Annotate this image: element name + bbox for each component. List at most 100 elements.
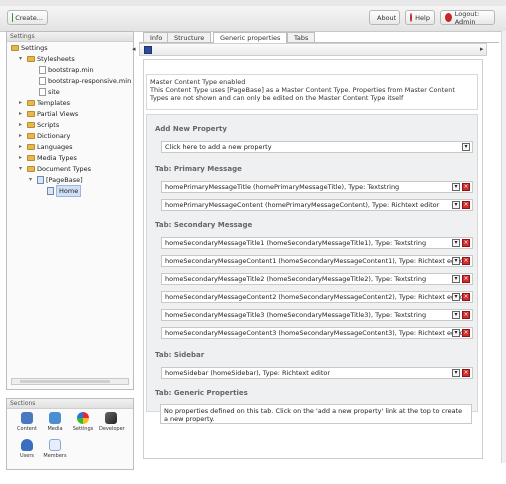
tree-label: Stylesheets bbox=[37, 55, 75, 63]
chevron-right-icon[interactable]: ▸ bbox=[19, 142, 25, 152]
tree-item-stylesheets[interactable]: ▾ Stylesheets bbox=[19, 54, 75, 64]
save-icon[interactable] bbox=[144, 46, 152, 54]
property-row[interactable]: homeSecondaryMessageContent3 (homeSecond… bbox=[161, 327, 473, 339]
tree-item-media-types[interactable]: ▸ Media Types bbox=[19, 153, 77, 163]
stylesheet-icon bbox=[39, 77, 46, 85]
scrollbar-thumb[interactable] bbox=[20, 380, 110, 383]
create-button[interactable]: Create... bbox=[7, 10, 48, 25]
settings-icon bbox=[77, 412, 89, 424]
tree-item-partial-views[interactable]: ▸ Partial Views bbox=[19, 109, 78, 119]
chevron-down-icon[interactable]: ▾ bbox=[19, 164, 25, 174]
scroll-left-arrow-icon[interactable]: ◂ bbox=[132, 45, 136, 53]
folder-icon bbox=[27, 144, 35, 150]
row-controls: ▾ × bbox=[452, 293, 470, 301]
tab-info[interactable]: Info bbox=[143, 32, 170, 42]
chevron-down-icon[interactable]: ▾ bbox=[452, 329, 460, 337]
tree-item-home[interactable]: Home bbox=[47, 185, 82, 197]
delete-icon[interactable]: × bbox=[462, 293, 470, 301]
chevron-down-icon[interactable]: ▾ bbox=[452, 293, 460, 301]
delete-icon[interactable]: × bbox=[462, 239, 470, 247]
chevron-down-icon[interactable]: ▾ bbox=[452, 257, 460, 265]
about-button[interactable]: About bbox=[369, 10, 400, 25]
property-row[interactable]: homeSecondaryMessageContent1 (homeSecond… bbox=[161, 255, 473, 267]
property-row[interactable]: homePrimaryMessageContent (homePrimaryMe… bbox=[161, 199, 473, 211]
chevron-right-icon[interactable]: ▸ bbox=[19, 153, 25, 163]
developer-icon bbox=[105, 412, 117, 424]
chevron-down-icon[interactable]: ▾ bbox=[452, 201, 460, 209]
tree-item-bootstrap-min[interactable]: bootstrap.min bbox=[39, 65, 94, 75]
tree-item-document-types[interactable]: ▾ Document Types bbox=[19, 164, 91, 174]
chevron-down-icon[interactable]: ▾ bbox=[452, 369, 460, 377]
tree-item-languages[interactable]: ▸ Languages bbox=[19, 142, 72, 152]
logout-button[interactable]: Logout: Admin bbox=[440, 10, 495, 26]
tree-item-site[interactable]: site bbox=[39, 87, 60, 97]
chevron-down-icon[interactable]: ▾ bbox=[452, 275, 460, 283]
tab-generic-properties[interactable]: Generic properties bbox=[213, 32, 288, 43]
content-icon bbox=[21, 412, 33, 424]
chevron-right-icon[interactable]: ▸ bbox=[19, 109, 25, 119]
tab-tabs[interactable]: Tabs bbox=[287, 32, 316, 42]
section-members[interactable]: Members bbox=[43, 439, 67, 459]
property-text: homeSecondaryMessageContent1 (homeSecond… bbox=[165, 257, 467, 265]
property-row[interactable]: homeSecondaryMessageContent2 (homeSecond… bbox=[161, 291, 473, 303]
delete-icon[interactable]: × bbox=[462, 311, 470, 319]
delete-icon[interactable]: × bbox=[462, 183, 470, 191]
tab-structure[interactable]: Structure bbox=[167, 32, 212, 42]
chevron-down-icon[interactable]: ▾ bbox=[452, 239, 460, 247]
tree-label: Languages bbox=[37, 143, 73, 151]
tree-item-settings[interactable]: Settings bbox=[11, 43, 48, 53]
tab-primary-heading: Tab: Primary Message bbox=[155, 165, 242, 173]
tree-item-scripts[interactable]: ▸ Scripts bbox=[19, 120, 59, 130]
section-developer[interactable]: Developer bbox=[99, 412, 125, 432]
scroll-right-arrow-icon[interactable]: ▸ bbox=[480, 45, 484, 53]
chevron-down-icon[interactable]: ▾ bbox=[19, 54, 25, 64]
page-vertical-scrollbar[interactable] bbox=[501, 31, 506, 463]
properties-content: Master Content Type enabled This Content… bbox=[143, 59, 483, 459]
chevron-right-icon[interactable]: ▸ bbox=[19, 98, 25, 108]
tab-label: Generic properties bbox=[220, 34, 281, 42]
tree-label: Scripts bbox=[37, 121, 60, 129]
property-row[interactable]: homeSecondaryMessageTitle3 (homeSecondar… bbox=[161, 309, 473, 321]
settings-tree: Settings ▾ Stylesheets bootstrap.min boo… bbox=[9, 42, 131, 379]
settings-panel: Settings Settings ▾ Stylesheets bootstra… bbox=[6, 31, 134, 390]
delete-icon[interactable]: × bbox=[462, 275, 470, 283]
property-row[interactable]: homeSecondaryMessageTitle2 (homeSecondar… bbox=[161, 273, 473, 285]
tree-item-templates[interactable]: ▸ Templates bbox=[19, 98, 70, 108]
property-text: homeSecondaryMessageContent3 (homeSecond… bbox=[165, 329, 467, 337]
chevron-down-icon[interactable]: ▾ bbox=[452, 311, 460, 319]
property-row[interactable]: homeSecondaryMessageTitle1 (homeSecondar… bbox=[161, 237, 473, 249]
chevron-down-icon[interactable]: ▾ bbox=[452, 183, 460, 191]
chevron-right-icon[interactable]: ▸ bbox=[19, 131, 25, 141]
section-users[interactable]: Users bbox=[15, 439, 39, 459]
tree-item-dictionary[interactable]: ▸ Dictionary bbox=[19, 131, 70, 141]
tree-label: bootstrap-responsive.min bbox=[48, 77, 131, 85]
property-row[interactable]: homePrimaryMessageTitle (homePrimaryMess… bbox=[161, 181, 473, 193]
document-type-icon bbox=[47, 187, 54, 195]
section-label: Members bbox=[43, 453, 67, 459]
tab-label: Structure bbox=[174, 34, 205, 42]
tree-item-pagebase[interactable]: ▾ [PageBase] bbox=[29, 175, 83, 185]
generic-properties-note: No properties defined on this tab. Click… bbox=[160, 404, 472, 424]
section-content[interactable]: Content bbox=[15, 412, 39, 432]
folder-icon bbox=[27, 155, 35, 161]
document-type-icon bbox=[37, 176, 44, 184]
help-button[interactable]: Help bbox=[405, 10, 435, 25]
delete-icon[interactable]: × bbox=[462, 329, 470, 337]
section-settings[interactable]: Settings bbox=[71, 412, 95, 432]
chevron-down-icon[interactable]: ▾ bbox=[462, 143, 470, 151]
tree-item-bootstrap-responsive[interactable]: bootstrap-responsive.min bbox=[39, 76, 131, 86]
property-row[interactable]: homeSidebar (homeSidebar), Type: Richtex… bbox=[161, 367, 473, 379]
folder-icon bbox=[27, 111, 35, 117]
delete-icon[interactable]: × bbox=[462, 201, 470, 209]
chevron-down-icon[interactable]: ▾ bbox=[29, 175, 35, 185]
delete-icon[interactable]: × bbox=[462, 369, 470, 377]
delete-icon[interactable]: × bbox=[462, 257, 470, 265]
property-text: homePrimaryMessageContent (homePrimaryMe… bbox=[165, 201, 440, 209]
editor-toolbar: ◂ ▸ bbox=[132, 43, 487, 56]
tree-horizontal-scrollbar[interactable] bbox=[11, 378, 129, 385]
add-property-select[interactable]: Click here to add a new property ▾ bbox=[161, 141, 473, 153]
tree-label: [PageBase] bbox=[46, 176, 83, 184]
chevron-right-icon[interactable]: ▸ bbox=[19, 120, 25, 130]
row-controls: ▾ × bbox=[452, 257, 470, 265]
section-media[interactable]: Media bbox=[43, 412, 67, 432]
